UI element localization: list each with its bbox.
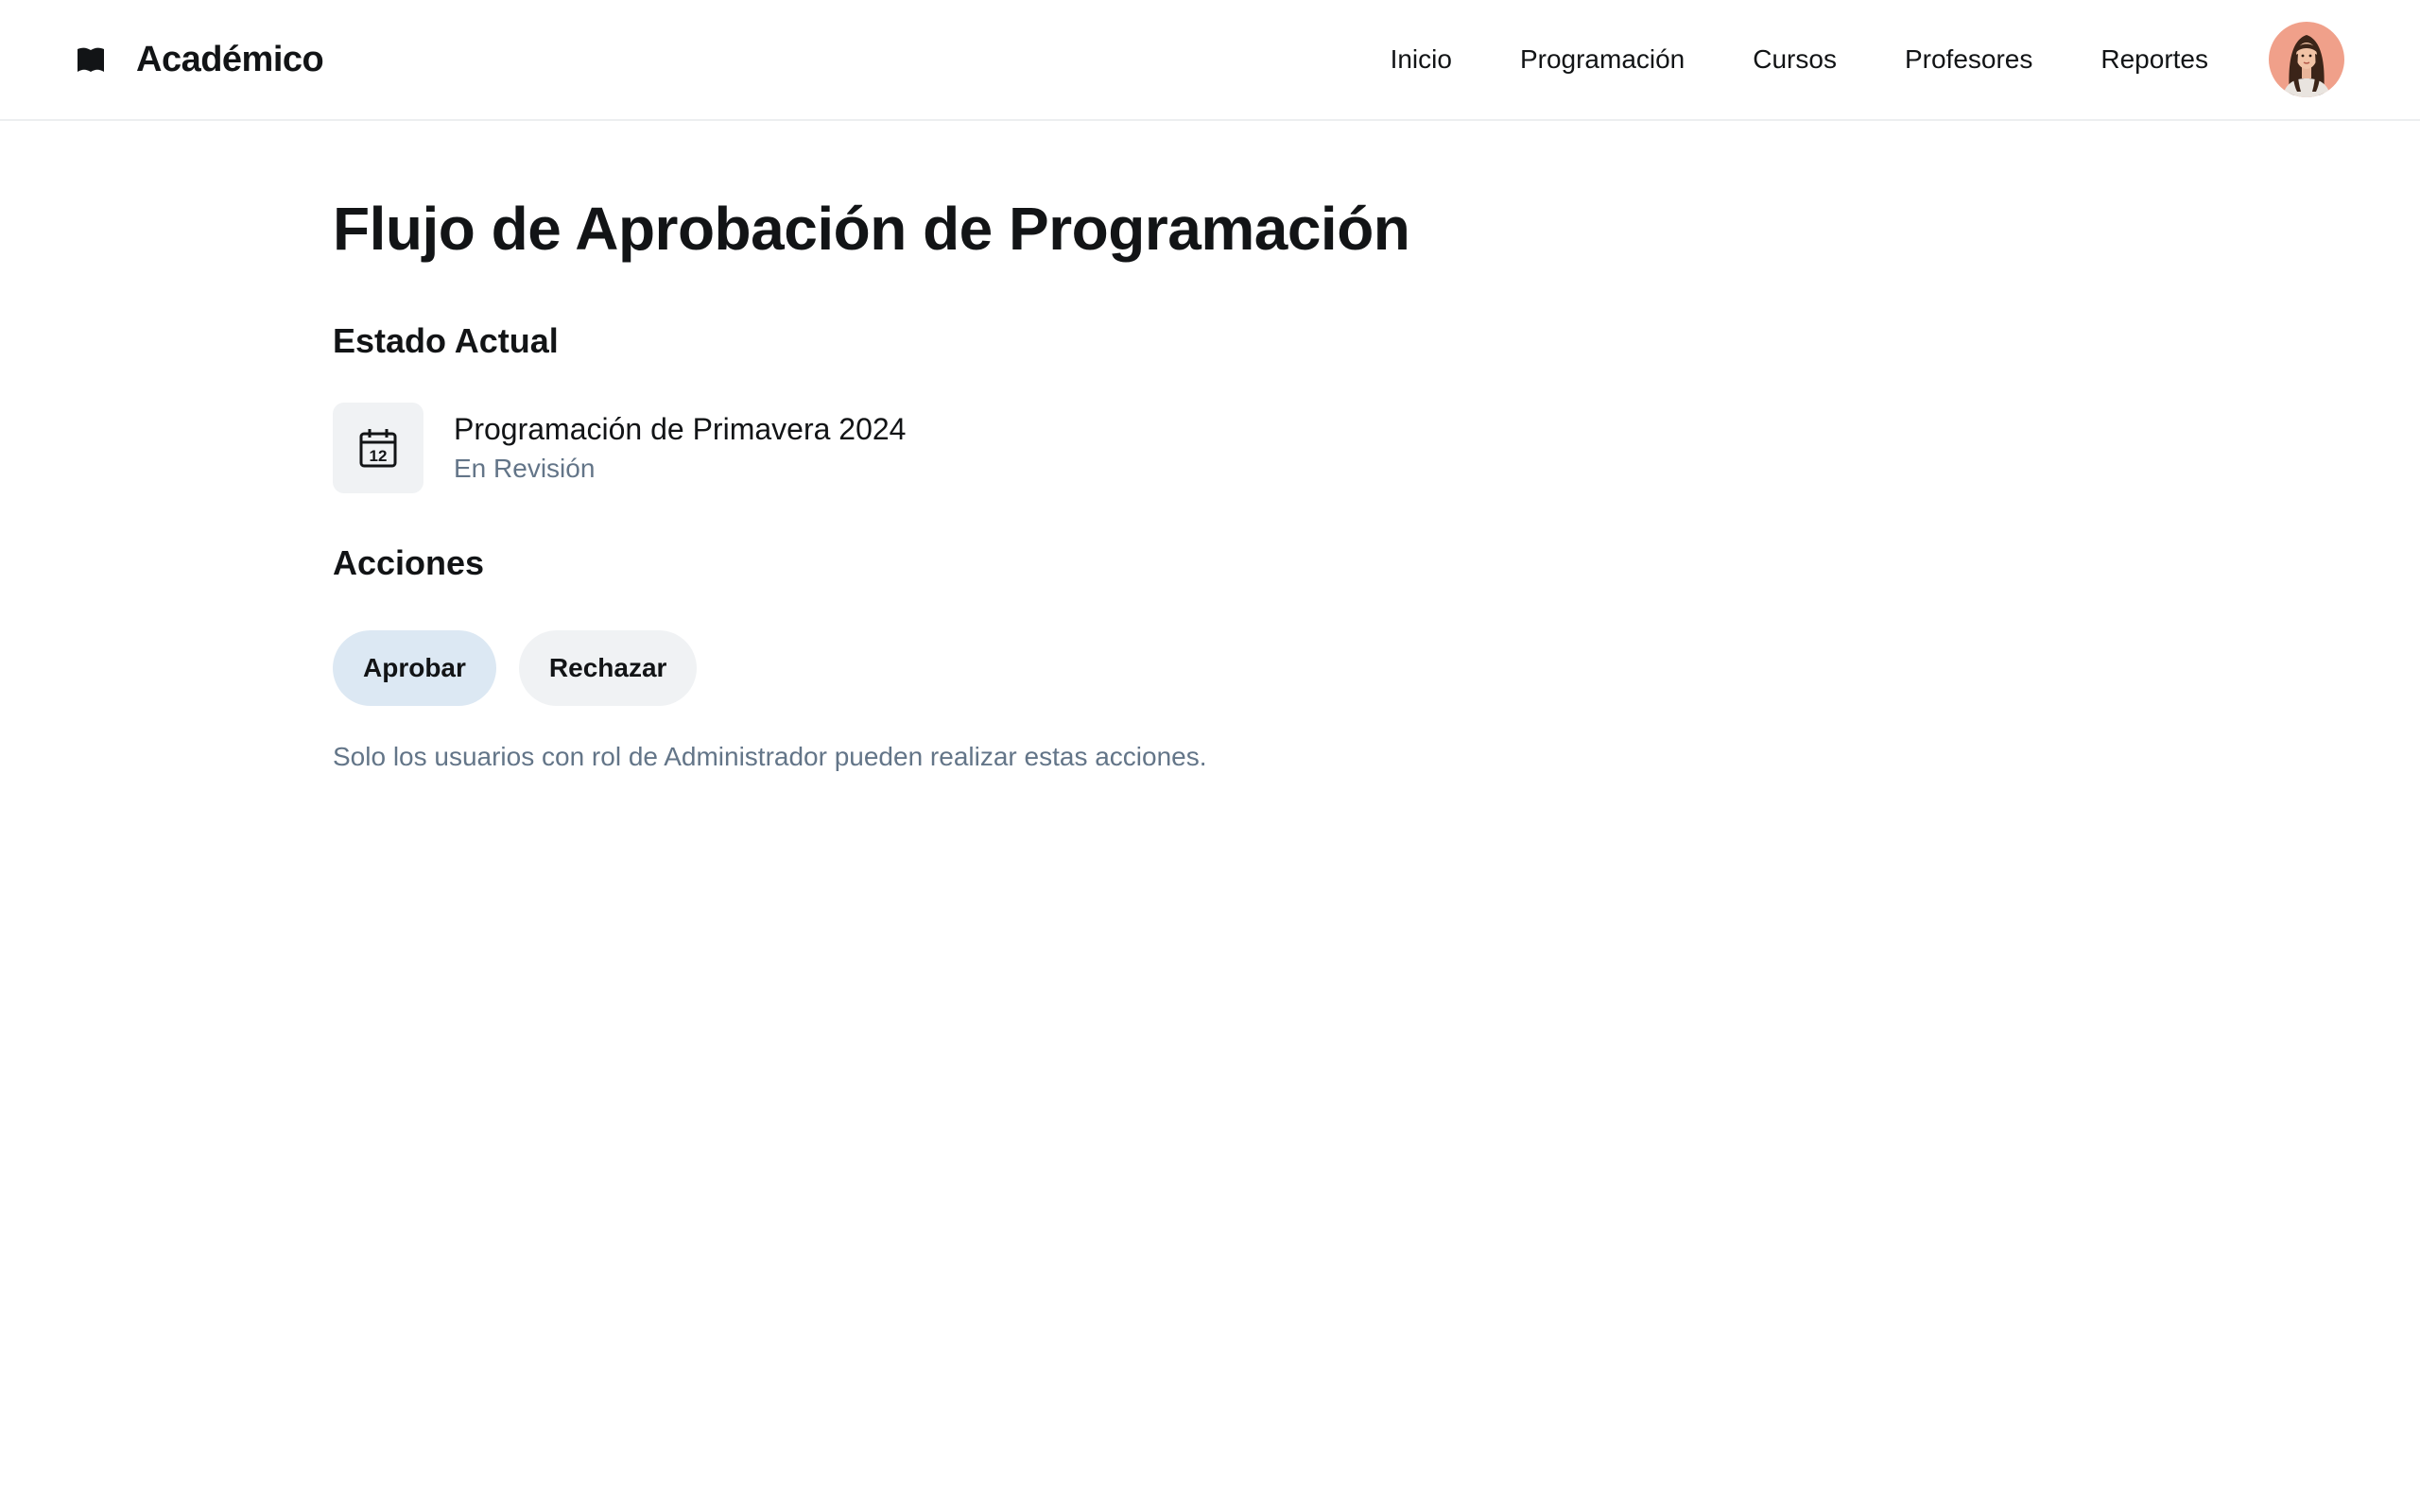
nav-item-profesores[interactable]: Profesores [1905,44,2032,75]
approve-button[interactable]: Aprobar [333,630,496,707]
nav-item-reportes[interactable]: Reportes [2100,44,2208,75]
main-content: Flujo de Aprobación de Programación Esta… [333,121,2087,772]
reject-button[interactable]: Rechazar [518,630,698,707]
nav-item-cursos[interactable]: Cursos [1753,44,1837,75]
brand[interactable]: Académico [76,36,324,83]
nav-item-programacion[interactable]: Programación [1520,44,1685,75]
status-state: En Revisión [454,453,596,483]
nav-item-inicio[interactable]: Inicio [1391,44,1452,75]
actions-section-heading: Acciones [333,542,485,582]
main-nav: Inicio Programación Cursos Profesores Re… [1391,0,2420,119]
book-icon [76,44,106,75]
actions-group: Aprobar Rechazar [333,630,2087,707]
user-avatar[interactable] [2269,22,2344,97]
calendar-icon: 12 [333,402,424,493]
status-section-heading: Estado Actual [333,320,559,360]
top-navigation-bar: Académico Inicio Programación Cursos Pro… [0,0,2420,121]
page-title: Flujo de Aprobación de Programación [333,195,1410,263]
status-text: Programación de Primavera 2024 En Revisi… [454,410,906,486]
app-title: Académico [136,39,324,79]
schedule-name: Programación de Primavera 2024 [454,411,907,446]
permission-note: Solo los usuarios con rol de Administrad… [333,742,1207,772]
current-status-item: 12 Programación de Primavera 2024 En Rev… [333,402,2087,493]
person-icon [2282,35,2331,97]
calendar-day: 12 [370,447,388,465]
